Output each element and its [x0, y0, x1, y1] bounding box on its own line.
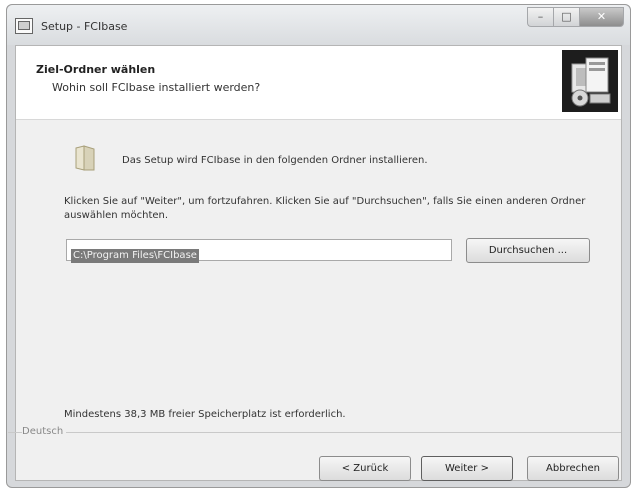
space-required-text: Mindestens 38,3 MB freier Speicherplatz … — [64, 409, 346, 420]
setup-window: Setup - FCIbase – □ ✕ Ziel-Ordner wählen… — [6, 4, 631, 488]
window-controls: – □ ✕ — [527, 7, 624, 27]
title-bar[interactable]: Setup - FCIbase – □ ✕ — [7, 5, 630, 45]
page-subtitle: Wohin soll FCIbase installiert werden? — [52, 81, 261, 94]
destination-path-input[interactable]: C:\Program Files\FCIbase — [66, 239, 452, 263]
wizard-logo-icon — [562, 50, 618, 112]
close-button[interactable]: ✕ — [579, 7, 624, 27]
minimize-button[interactable]: – — [527, 7, 553, 27]
next-button[interactable]: Weiter > — [421, 456, 513, 481]
back-button[interactable]: < Zurück — [319, 456, 411, 481]
cancel-button[interactable]: Abbrechen — [527, 456, 619, 481]
destination-path-value[interactable]: C:\Program Files\FCIbase — [71, 249, 199, 263]
intro-text: Das Setup wird FCIbase in den folgenden … — [122, 155, 428, 166]
wizard-header: Ziel-Ordner wählen Wohin soll FCIbase in… — [16, 46, 621, 120]
footer-divider — [8, 432, 621, 433]
window-title: Setup - FCIbase — [41, 20, 128, 33]
instructions-text: Klicken Sie auf "Weiter", um fortzufahre… — [64, 196, 586, 221]
maximize-button[interactable]: □ — [553, 7, 579, 27]
language-label: Deutsch — [22, 426, 67, 437]
wizard-page: Ziel-Ordner wählen Wohin soll FCIbase in… — [8, 45, 622, 481]
setup-app-icon — [15, 18, 33, 34]
computer-box-icon — [571, 57, 611, 107]
page-title: Ziel-Ordner wählen — [36, 63, 156, 76]
folder-icon — [75, 145, 95, 171]
browse-button[interactable]: Durchsuchen ... — [466, 238, 590, 263]
